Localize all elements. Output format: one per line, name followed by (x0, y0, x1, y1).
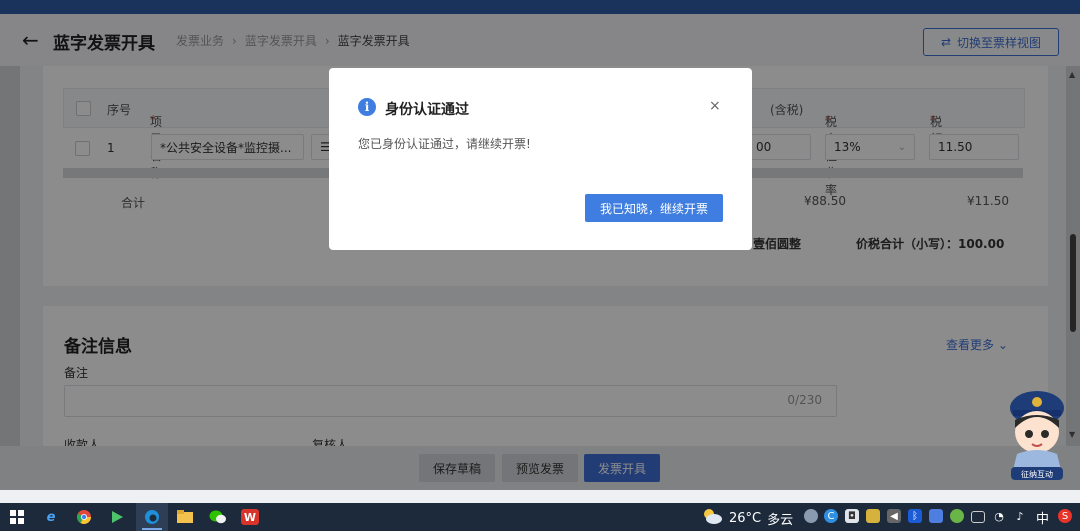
chrome-icon[interactable] (73, 507, 95, 527)
weather-description: 多云 (767, 512, 794, 528)
shield-icon[interactable]: ◘ (845, 509, 859, 523)
sogou-input-icon[interactable]: S (1058, 509, 1072, 523)
browser-tray-icon[interactable]: C (824, 509, 838, 523)
confirm-continue-button[interactable]: 我已知晓，继续开票 (585, 194, 723, 222)
os-taskbar: e W 26°C 多云 C ◘ ◀ ᛒ ◔ ♪ 中 S (0, 503, 1080, 531)
folder-icon[interactable] (174, 507, 196, 527)
wechat-icon[interactable] (207, 507, 229, 527)
security-tray-icon[interactable] (950, 509, 964, 523)
windows-start-icon[interactable] (6, 507, 28, 527)
mascot-caption: 征纳互动 (1021, 469, 1053, 479)
volume-icon[interactable]: ♪ (1013, 509, 1027, 523)
auth-success-dialog: i 身份认证通过 × 您已身份认证通过，请继续开票! 我已知晓，继续开票 (329, 68, 752, 250)
wps-icon[interactable]: W (241, 509, 259, 525)
bluetooth-icon[interactable]: ᛒ (908, 509, 922, 523)
dialog-title: 身份认证通过 (385, 102, 469, 118)
info-icon: i (358, 98, 376, 116)
media-player-icon[interactable] (106, 507, 128, 527)
weather-widget[interactable]: 26°C 多云 (701, 507, 793, 529)
cloud-icon[interactable] (804, 509, 818, 523)
cloud-sun-icon (701, 507, 723, 529)
weather-temperature: 26°C (729, 510, 762, 526)
close-icon[interactable]: × (709, 98, 721, 114)
app-tray-icon[interactable] (929, 509, 943, 523)
assistant-mascot[interactable]: 征纳互动 (1003, 384, 1071, 482)
input-method-indicator[interactable]: 中 (1036, 508, 1049, 527)
wifi-icon[interactable]: ◔ (992, 509, 1006, 523)
mascot-icon: 征纳互动 (1010, 391, 1064, 480)
battery-icon[interactable] (971, 511, 985, 523)
edge-icon[interactable] (141, 507, 163, 527)
active-app-indicator (142, 528, 162, 530)
dialog-message: 您已身份认证通过，请继续开票! (358, 137, 531, 151)
notes-icon[interactable] (866, 509, 880, 523)
speaker-icon[interactable]: ◀ (887, 509, 901, 523)
ie-icon[interactable]: e (40, 507, 62, 527)
